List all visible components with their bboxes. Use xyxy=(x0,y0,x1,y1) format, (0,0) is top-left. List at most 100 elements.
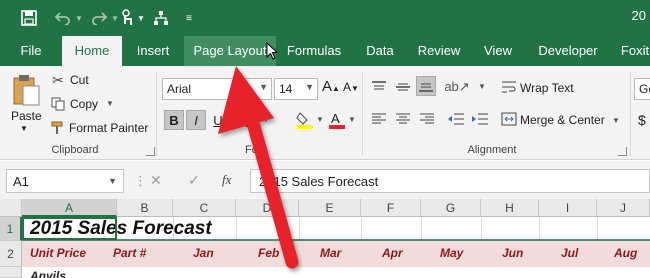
cell-a2[interactable]: Unit Price xyxy=(30,246,86,260)
cancel-icon[interactable]: ✕ xyxy=(150,172,162,189)
column-header-g[interactable]: G xyxy=(421,199,481,217)
cut-button[interactable]: Cut xyxy=(70,73,89,87)
cell-i2[interactable]: Jul xyxy=(561,246,578,260)
column-header-f[interactable]: F xyxy=(361,199,421,217)
column-header-b[interactable]: B xyxy=(117,199,173,217)
undo-icon[interactable] xyxy=(52,6,74,30)
row-header-1[interactable]: 1 xyxy=(0,217,22,241)
cell-g2[interactable]: May xyxy=(440,246,463,260)
decrease-font-size-button[interactable]: A▼ xyxy=(343,80,359,94)
touch-mode-icon[interactable] xyxy=(116,6,138,30)
cut-icon[interactable]: ✂ xyxy=(50,72,66,88)
column-header-i[interactable]: I xyxy=(539,199,597,217)
chevron-down-icon[interactable]: ▼ xyxy=(259,82,268,92)
alignment-launcher-icon[interactable] xyxy=(618,147,627,156)
cell-f2[interactable]: Apr xyxy=(382,246,403,260)
borders-icon[interactable] xyxy=(244,112,260,128)
copy-button[interactable]: Copy xyxy=(70,97,98,111)
cell-c2[interactable]: Jan xyxy=(193,246,214,260)
tab-developer[interactable]: Developer xyxy=(528,36,608,66)
save-icon[interactable] xyxy=(18,6,40,30)
column-header-h[interactable]: H xyxy=(481,199,539,217)
merge-center-button[interactable]: Merge & Center xyxy=(520,113,605,127)
fill-color-dropdown-icon[interactable]: ▼ xyxy=(316,115,324,124)
borders-dropdown-icon[interactable]: ▼ xyxy=(262,115,270,124)
cell-a3[interactable]: Anvils xyxy=(30,269,66,278)
column-header-e[interactable]: E xyxy=(299,199,361,217)
paste-icon[interactable] xyxy=(10,72,42,108)
chevron-down-icon[interactable]: ▼ xyxy=(108,176,117,186)
bold-button[interactable]: B xyxy=(164,110,184,130)
fill-color-icon[interactable] xyxy=(296,110,314,130)
paste-button[interactable]: Paste xyxy=(11,109,42,123)
decrease-indent-icon[interactable] xyxy=(446,110,466,128)
select-all-corner[interactable] xyxy=(0,199,22,217)
tab-data[interactable]: Data xyxy=(352,36,408,66)
tab-home[interactable]: Home xyxy=(62,36,122,66)
cell-d2[interactable]: Feb xyxy=(258,246,279,260)
customize-qat-icon[interactable]: ≡ xyxy=(182,6,196,30)
tab-insert[interactable]: Insert xyxy=(124,36,182,66)
row-header-3[interactable] xyxy=(0,267,22,278)
tab-file[interactable]: File xyxy=(6,36,56,66)
enter-check-icon[interactable]: ✓ xyxy=(188,172,200,189)
orientation-dropdown-icon[interactable]: ▼ xyxy=(478,82,486,91)
merge-center-icon[interactable] xyxy=(500,110,518,128)
increase-indent-icon[interactable] xyxy=(470,110,490,128)
underline-dropdown-icon[interactable]: ▼ xyxy=(229,115,237,124)
cell-j2[interactable]: Aug xyxy=(614,246,637,260)
clipboard-launcher-icon[interactable] xyxy=(146,147,155,156)
tab-page-layout[interactable]: Page Layout xyxy=(184,36,276,66)
number-format-combo[interactable]: Ge xyxy=(634,78,650,100)
tab-review[interactable]: Review xyxy=(410,36,468,66)
column-header-j[interactable]: J xyxy=(597,199,650,217)
redo-icon[interactable] xyxy=(88,6,110,30)
formula-bar-options-icon[interactable]: ⋮ xyxy=(134,173,147,189)
copy-icon[interactable] xyxy=(50,96,66,112)
column-header-c[interactable]: C xyxy=(173,199,236,217)
italic-button[interactable]: I xyxy=(186,110,206,130)
align-right-icon[interactable] xyxy=(418,110,436,128)
tab-foxit[interactable]: Foxit xyxy=(612,36,650,66)
font-size-combo[interactable]: 14 ▼ xyxy=(274,78,318,100)
formula-input[interactable]: 2015 Sales Forecast xyxy=(250,169,650,193)
paste-dropdown-icon[interactable]: ▼ xyxy=(20,124,28,133)
font-name-combo[interactable]: Arial ▼ xyxy=(162,78,272,100)
insert-function-button[interactable]: fx xyxy=(222,172,231,188)
orientation-icon[interactable]: ab↗ xyxy=(444,78,469,96)
increase-font-size-button[interactable]: A▲ xyxy=(322,78,340,95)
chevron-down-icon[interactable]: ▼ xyxy=(305,82,314,92)
row-header-2[interactable]: 2 xyxy=(0,241,22,267)
merge-dropdown-icon[interactable]: ▼ xyxy=(612,116,620,125)
bottom-align-icon[interactable] xyxy=(416,76,436,96)
cell-e2[interactable]: Mar xyxy=(320,246,341,260)
font-color-dropdown-icon[interactable]: ▼ xyxy=(348,115,356,124)
wrap-text-button[interactable]: Wrap Text xyxy=(520,81,574,95)
ribbon-home: Paste ▼ ✂ Cut Copy ▼ Format Painter Clip… xyxy=(0,66,650,160)
org-chart-icon[interactable] xyxy=(150,6,172,30)
title-bar: ▼ ▼ ▼ ≡ 20 xyxy=(0,0,650,36)
undo-dropdown-icon[interactable]: ▼ xyxy=(74,6,84,30)
top-align-icon[interactable] xyxy=(370,78,388,96)
column-header-d[interactable]: D xyxy=(236,199,299,217)
cell-b2[interactable]: Part # xyxy=(113,246,146,260)
touch-dropdown-icon[interactable]: ▼ xyxy=(136,6,146,30)
copy-dropdown-icon[interactable]: ▼ xyxy=(106,99,114,108)
format-painter-icon[interactable] xyxy=(50,120,66,136)
tab-view[interactable]: View xyxy=(470,36,526,66)
align-left-icon[interactable] xyxy=(370,110,388,128)
middle-align-icon[interactable] xyxy=(394,78,412,96)
tab-formulas[interactable]: Formulas xyxy=(278,36,350,66)
font-size-value: 14 xyxy=(279,82,293,96)
font-color-icon[interactable]: A xyxy=(328,110,346,130)
cell-h2[interactable]: Jun xyxy=(502,246,523,260)
column-header-a[interactable]: A xyxy=(22,199,117,217)
name-box[interactable]: A1 ▼ xyxy=(6,169,124,193)
wrap-text-icon[interactable] xyxy=(500,78,518,96)
underline-button[interactable]: U xyxy=(208,110,228,130)
align-center-icon[interactable] xyxy=(394,110,412,128)
currency-icon[interactable]: $ xyxy=(638,112,646,128)
name-box-value: A1 xyxy=(13,174,29,189)
worksheet-grid[interactable]: A B C D E F G H I J 1 2 2015 Sales Forec… xyxy=(0,199,650,278)
format-painter-button[interactable]: Format Painter xyxy=(69,121,148,135)
